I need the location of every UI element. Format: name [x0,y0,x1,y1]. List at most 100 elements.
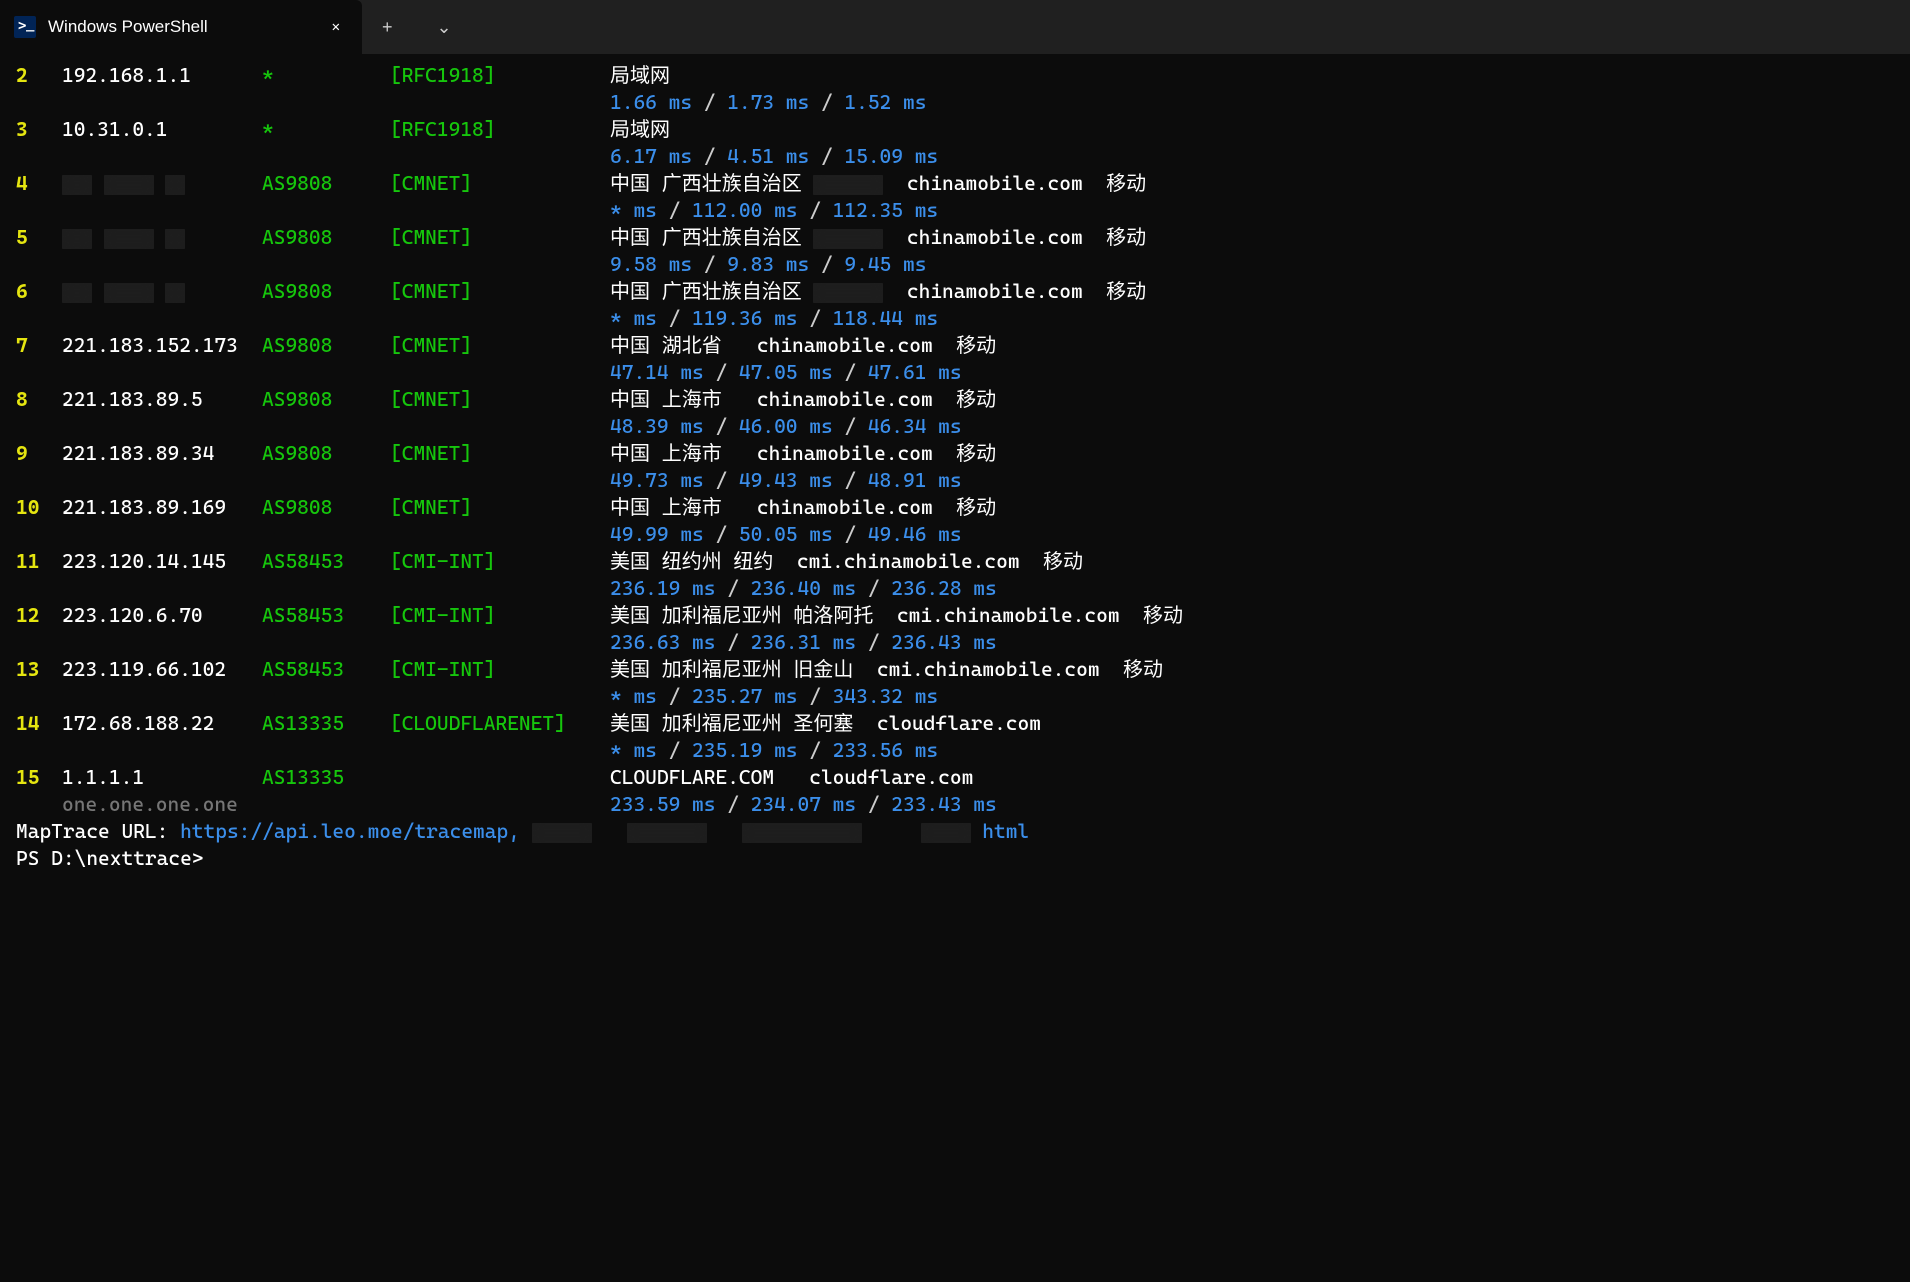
close-tab-button[interactable]: ✕ [328,14,344,41]
redacted [532,823,592,843]
hop-asn: AS13335 [262,710,390,737]
latency-sep: / [798,198,833,222]
hop-asn: AS58453 [262,602,390,629]
tab-powershell[interactable]: Windows PowerShell ✕ [0,0,362,54]
hop-number: 12 [16,602,62,629]
hop-geo: 局域网 [610,117,670,141]
latency-value: 112.00 ms [692,198,797,222]
redacted [104,229,154,249]
hop-network: [CMNET] [390,494,610,521]
hop-number: 13 [16,656,62,683]
prompt-line[interactable]: PS D:\nexttrace> [16,845,1894,872]
latency-value: 48.91 ms [868,468,962,492]
hop-latency: 236.63 ms / 236.31 ms / 236.43 ms [610,629,1894,656]
hop-ip: 223.120.14.145 [62,548,262,575]
latency-value: 9.83 ms [727,252,809,276]
hop-latency-row: 236.19 ms / 236.40 ms / 236.28 ms [16,575,1894,602]
latency-value: 234.07 ms [751,792,856,816]
latency-value: 233.56 ms [833,738,938,762]
redacted [62,229,92,249]
hop-geo: 美国 加利福尼亚州 帕洛阿托 [610,603,897,627]
hop-number: 2 [16,62,62,89]
hop-latency: 9.58 ms / 9.83 ms / 9.45 ms [610,251,1894,278]
hop-carrier: 移动 [956,333,996,357]
latency-value: 9.45 ms [844,252,926,276]
tab-dropdown-button[interactable]: ⌄ [417,0,472,54]
shell-prompt: PS D:\nexttrace> [16,846,204,870]
latency-value: 46.34 ms [868,414,962,438]
hop-latency: 233.59 ms / 234.07 ms / 233.43 ms [610,791,1894,818]
hop-network: [CLOUDFLARENET] [390,710,610,737]
latency-sep: / [833,522,868,546]
trace-hop-row: 151.1.1.1AS13335 CLOUDFLARE.COM cloudflar… [16,764,1894,791]
hop-asn: AS9808 [262,440,390,467]
trace-hop-row: 11223.120.14.145AS58453[CMI-INT]美国 纽约州 纽… [16,548,1894,575]
latency-value: 236.28 ms [891,576,996,600]
latency-value: 236.40 ms [751,576,856,600]
hop-carrier: 移动 [956,387,996,411]
hop-number: 15 [16,764,62,791]
latency-value: * ms [610,684,657,708]
redacted [627,823,707,843]
hop-domain: cloudflare.com [809,765,973,789]
latency-sep: / [833,360,868,384]
redacted [62,283,92,303]
hop-latency-row: * ms / 112.00 ms / 112.35 ms [16,197,1894,224]
hop-carrier: 移动 [956,441,996,465]
hop-network: [CMNET] [390,278,610,305]
hop-latency: 1.66 ms / 1.73 ms / 1.52 ms [610,89,1894,116]
latency-value: 47.61 ms [868,360,962,384]
latency-sep: / [657,738,692,762]
hop-ip: 221.183.152.173 [62,332,262,359]
hop-location: 局域网 [610,116,1894,143]
hop-network: [CMNET] [390,440,610,467]
hop-latency: * ms / 112.00 ms / 112.35 ms [610,197,1894,224]
hop-latency: 49.73 ms / 49.43 ms / 48.91 ms [610,467,1894,494]
latency-value: 236.63 ms [610,630,715,654]
latency-sep: / [715,792,750,816]
new-tab-button[interactable]: + [362,0,413,54]
hop-latency-row: * ms / 119.36 ms / 118.44 ms [16,305,1894,332]
hop-carrier: 移动 [1106,171,1146,195]
hop-ip [62,278,262,305]
hop-network: [CMNET] [390,170,610,197]
terminal-output[interactable]: 2192.168.1.1*[RFC1918]局域网1.66 ms / 1.73 … [0,54,1910,880]
trace-hop-row: 310.31.0.1*[RFC1918]局域网 [16,116,1894,143]
title-bar: Windows PowerShell ✕ + ⌄ [0,0,1910,54]
hop-ip: 192.168.1.1 [62,62,262,89]
trace-hop-row: 14172.68.188.22AS13335[CLOUDFLARENET]美国 … [16,710,1894,737]
latency-sep: / [657,684,692,708]
hop-number: 6 [16,278,62,305]
hop-latency: * ms / 119.36 ms / 118.44 ms [610,305,1894,332]
latency-value: 236.31 ms [751,630,856,654]
hop-asn: AS13335 [262,764,390,791]
redacted [165,283,185,303]
hop-location: 美国 加利福尼亚州 旧金山 cmi.chinamobile.com 移动 [610,656,1894,683]
hop-ip: 223.120.6.70 [62,602,262,629]
hop-carrier: 移动 [1143,603,1183,627]
latency-value: 46.00 ms [739,414,833,438]
hop-ip: 1.1.1.1 [62,764,262,791]
latency-value: 1.52 ms [844,90,926,114]
hop-asn: AS9808 [262,386,390,413]
latency-value: 235.19 ms [692,738,797,762]
latency-value: 49.46 ms [868,522,962,546]
hop-location: 美国 加利福尼亚州 帕洛阿托 cmi.chinamobile.com 移动 [610,602,1894,629]
hop-domain: chinamobile.com [907,225,1083,249]
hop-latency: 48.39 ms / 46.00 ms / 46.34 ms [610,413,1894,440]
hop-geo: CLOUDFLARE.COM [610,765,809,789]
latency-value: 4.51 ms [727,144,809,168]
latency-sep: / [715,630,750,654]
hop-network: [CMNET] [390,224,610,251]
maptrace-url: https://api.leo.moe/tracemap, [180,819,520,843]
hop-latency: * ms / 235.27 ms / 343.32 ms [610,683,1894,710]
hop-number: 14 [16,710,62,737]
latency-value: 118.44 ms [833,306,938,330]
hop-location: 中国 广西壮族自治区 chinamobile.com 移动 [610,278,1894,305]
latency-value: 112.35 ms [833,198,938,222]
latency-value: 235.27 ms [692,684,797,708]
hop-carrier: 移动 [1123,657,1163,681]
maptrace-label: MapTrace URL: [16,819,180,843]
latency-sep: / [704,360,739,384]
hop-geo: 中国 广西壮族自治区 [610,279,813,303]
